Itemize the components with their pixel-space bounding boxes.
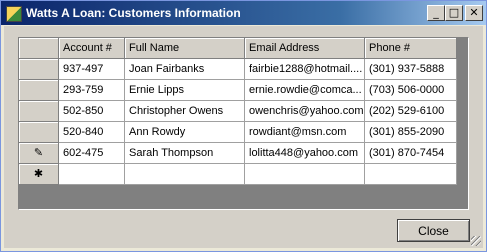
row-header[interactable] bbox=[19, 59, 59, 80]
cell-account[interactable] bbox=[59, 164, 125, 185]
cell-email[interactable]: owenchris@yahoo.com bbox=[245, 101, 365, 122]
window-title: Watts A Loan: Customers Information bbox=[26, 6, 241, 20]
cell-account[interactable]: 520-840 bbox=[59, 122, 125, 143]
customers-grid[interactable]: Account # Full Name Email Address Phone … bbox=[18, 37, 469, 210]
cell-full-name[interactable] bbox=[125, 164, 245, 185]
cell-phone[interactable]: (703) 506-0000 bbox=[365, 80, 457, 101]
cell-email[interactable] bbox=[245, 164, 365, 185]
column-header-phone[interactable]: Phone # bbox=[365, 38, 457, 59]
app-icon bbox=[6, 6, 22, 22]
row-header-new[interactable]: ✱ bbox=[19, 164, 59, 185]
header-row: Account # Full Name Email Address Phone … bbox=[19, 38, 457, 59]
cell-full-name[interactable]: Sarah Thompson bbox=[125, 143, 245, 164]
cell-phone[interactable]: (202) 529-6100 bbox=[365, 101, 457, 122]
cell-full-name[interactable]: Ernie Lipps bbox=[125, 80, 245, 101]
column-header-account[interactable]: Account # bbox=[59, 38, 125, 59]
main-window: Watts A Loan: Customers Information _ □ … bbox=[0, 0, 487, 252]
new-row[interactable]: ✱ bbox=[19, 164, 457, 185]
cell-email[interactable]: lolitta448@yahoo.com bbox=[245, 143, 365, 164]
cell-phone[interactable] bbox=[365, 164, 457, 185]
column-header-full-name[interactable]: Full Name bbox=[125, 38, 245, 59]
cell-account[interactable]: 602-475 bbox=[59, 143, 125, 164]
cell-phone[interactable]: (301) 870-7454 bbox=[365, 143, 457, 164]
maximize-button[interactable]: □ bbox=[445, 5, 463, 21]
row-header[interactable] bbox=[19, 80, 59, 101]
row-header-editing[interactable]: ✎ bbox=[19, 143, 59, 164]
cell-full-name[interactable]: Christopher Owens bbox=[125, 101, 245, 122]
resize-grip[interactable] bbox=[471, 236, 481, 246]
cell-email[interactable]: fairbie1288@hotmail.... bbox=[245, 59, 365, 80]
table-row[interactable]: ✎ 602-475 Sarah Thompson lolitta448@yaho… bbox=[19, 143, 457, 164]
table-row[interactable]: 502-850 Christopher Owens owenchris@yaho… bbox=[19, 101, 457, 122]
client-area: Account # Full Name Email Address Phone … bbox=[4, 26, 483, 248]
title-bar[interactable]: Watts A Loan: Customers Information _ □ … bbox=[1, 1, 486, 25]
table-row[interactable]: 293-759 Ernie Lipps ernie.rowdie@comca..… bbox=[19, 80, 457, 101]
cell-account[interactable]: 937-497 bbox=[59, 59, 125, 80]
cell-full-name[interactable]: Ann Rowdy bbox=[125, 122, 245, 143]
table-row[interactable]: 520-840 Ann Rowdy rowdiant@msn.com (301)… bbox=[19, 122, 457, 143]
cell-email[interactable]: rowdiant@msn.com bbox=[245, 122, 365, 143]
row-header[interactable] bbox=[19, 122, 59, 143]
close-window-button[interactable]: ✕ bbox=[465, 5, 483, 21]
cell-account[interactable]: 293-759 bbox=[59, 80, 125, 101]
column-header-email[interactable]: Email Address bbox=[245, 38, 365, 59]
cell-full-name[interactable]: Joan Fairbanks bbox=[125, 59, 245, 80]
table-row[interactable]: 937-497 Joan Fairbanks fairbie1288@hotma… bbox=[19, 59, 457, 80]
close-button[interactable]: Close bbox=[397, 219, 470, 242]
cell-phone[interactable]: (301) 937-5888 bbox=[365, 59, 457, 80]
minimize-button[interactable]: _ bbox=[427, 5, 445, 21]
cell-email[interactable]: ernie.rowdie@comca... bbox=[245, 80, 365, 101]
row-header[interactable] bbox=[19, 101, 59, 122]
cell-account[interactable]: 502-850 bbox=[59, 101, 125, 122]
cell-phone[interactable]: (301) 855-2090 bbox=[365, 122, 457, 143]
corner-header[interactable] bbox=[19, 38, 59, 59]
